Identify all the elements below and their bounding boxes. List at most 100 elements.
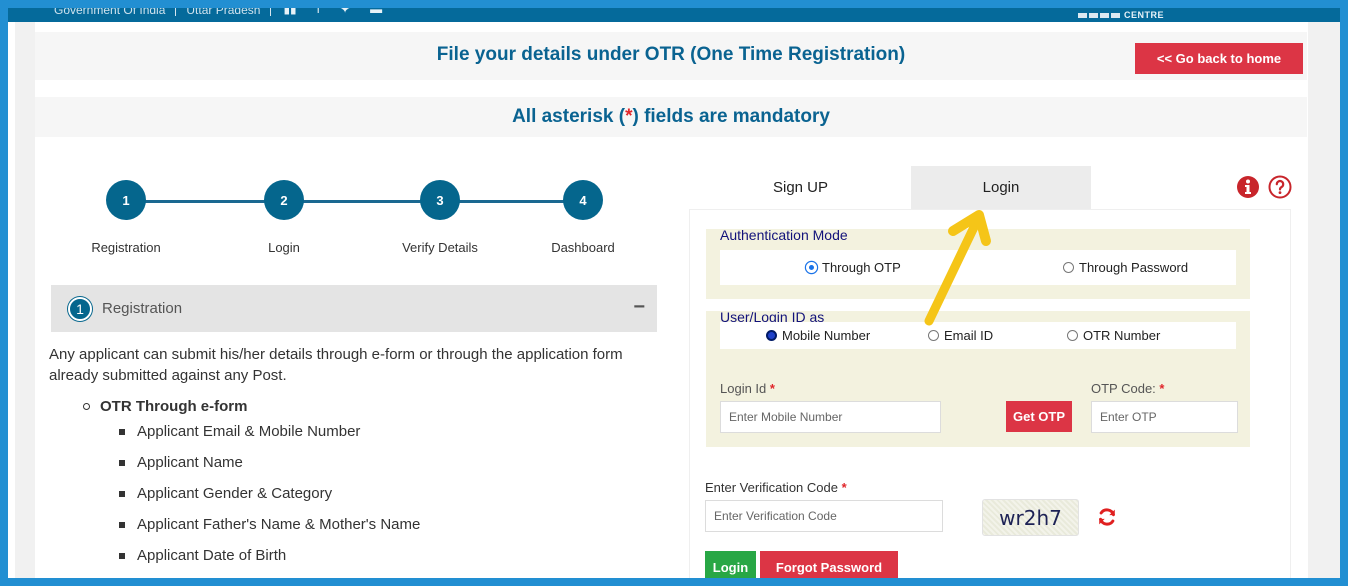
required-mark: * <box>1159 381 1165 396</box>
mandatory-notice: All asterisk (*) fields are mandatory <box>35 97 1307 137</box>
logo-text: CENTRE <box>1123 10 1164 20</box>
refresh-captcha-icon[interactable] <box>1096 506 1118 528</box>
youtube-icon[interactable]: ▮▮ <box>283 8 296 16</box>
radio-unselected-icon[interactable] <box>928 330 939 341</box>
eform-items: Applicant Email & Mobile Number Applican… <box>83 416 657 571</box>
list-item-text: Applicant Date of Birth <box>137 547 287 564</box>
verification-code-input[interactable]: Enter Verification Code <box>705 500 943 532</box>
info-icon[interactable] <box>1236 175 1260 199</box>
square-bullet-icon <box>119 459 125 466</box>
otr-eform-label: OTR Through e-form <box>100 397 248 415</box>
radio-label: Email ID <box>944 328 994 343</box>
page-frame: Government Of India Uttar Pradesh ▮▮ f ✦… <box>8 8 1340 578</box>
required-mark: * <box>769 381 775 396</box>
notice-suffix: ) fields are mandatory <box>632 106 830 127</box>
left-gutter <box>8 22 35 578</box>
list-item-text: Applicant Email & Mobile Number <box>137 423 361 440</box>
radio-email-id[interactable]: Email ID <box>928 328 993 343</box>
square-bullet-icon <box>119 428 125 435</box>
tab-sign-up[interactable]: Sign UP <box>690 166 911 209</box>
radio-label: Through Password <box>1079 260 1189 275</box>
radio-selected-icon[interactable] <box>806 262 817 273</box>
gov-link-india[interactable]: Government Of India <box>44 8 177 16</box>
facebook-icon[interactable]: f <box>317 8 320 16</box>
otp-input[interactable]: Enter OTP <box>1091 401 1238 433</box>
step-label: Registration <box>91 240 161 255</box>
step-label: Verify Details <box>402 240 478 255</box>
radio-label: Mobile Number <box>782 328 871 343</box>
radio-through-otp[interactable]: Through OTP <box>806 260 901 275</box>
radio-label: Through OTP <box>822 260 901 275</box>
step-registration: 1 Registration <box>56 180 196 255</box>
square-bullet-icon <box>119 521 125 528</box>
progress-stepper: 1 Registration 2 Login 3 Verify Details … <box>51 166 657 276</box>
radio-label: OTR Number <box>1083 328 1161 343</box>
accordion-title: Registration <box>102 300 183 317</box>
email-icon[interactable]: ▬ <box>370 8 382 16</box>
page-header: File your details under OTR (One Time Re… <box>35 32 1307 80</box>
government-bar: Government Of India Uttar Pradesh ▮▮ f ✦… <box>8 8 1340 22</box>
square-bullet-icon <box>119 552 125 559</box>
logo-bars-icon <box>1077 12 1120 18</box>
tab-login[interactable]: Login <box>911 166 1091 209</box>
list-item: Applicant Name <box>119 447 657 478</box>
accordion-number-badge: 1 <box>68 296 92 321</box>
login-id-type-options: Mobile Number Email ID OTR Number <box>720 322 1236 349</box>
step-label: Login <box>268 240 300 255</box>
login-id-fieldset: User/Login ID as Mobile Number Email ID … <box>706 309 1250 447</box>
login-column: Sign UP Login Authentication Mode Throug… <box>680 166 1320 578</box>
otp-code-label-text: OTP Code: <box>1091 381 1156 396</box>
radio-unselected-icon[interactable] <box>1063 262 1074 273</box>
forgot-password-button[interactable]: Forgot Password <box>760 551 898 578</box>
verification-label-text: Enter Verification Code <box>705 480 838 495</box>
verification-code-label: Enter Verification Code * <box>705 480 847 495</box>
radio-selected-icon[interactable] <box>766 330 777 341</box>
list-item-text: Applicant Gender & Category <box>137 485 333 502</box>
gov-link-state[interactable]: Uttar Pradesh <box>176 8 272 16</box>
square-bullet-icon <box>119 490 125 497</box>
page-title: File your details under OTR (One Time Re… <box>436 44 906 65</box>
login-button[interactable]: Login <box>705 551 756 578</box>
step-number: 4 <box>563 180 603 220</box>
radio-through-password[interactable]: Through Password <box>1063 260 1188 275</box>
list-item: Applicant Date of Birth <box>119 540 657 571</box>
get-otp-button[interactable]: Get OTP <box>1006 401 1072 432</box>
step-number: 3 <box>420 180 460 220</box>
step-label: Dashboard <box>551 240 615 255</box>
collapse-icon[interactable]: − <box>633 297 645 317</box>
registration-info-column: 1 Registration 2 Login 3 Verify Details … <box>49 166 657 578</box>
otp-code-label: OTP Code: * <box>1091 381 1164 396</box>
list-item-text: Applicant Name <box>137 454 243 471</box>
radio-unselected-icon[interactable] <box>1067 330 1078 341</box>
radio-mobile-number[interactable]: Mobile Number <box>766 328 870 343</box>
login-id-label: Login Id * <box>720 381 775 396</box>
login-id-label-text: Login Id <box>720 381 767 396</box>
social-icons: ▮▮ f ✦ ▬ <box>271 8 382 16</box>
accordion-body: Any applicant can submit his/her details… <box>49 344 657 571</box>
registration-accordion-header[interactable]: 1 Registration − <box>51 285 657 332</box>
login-panel: Authentication Mode Through OTP Through … <box>689 209 1291 578</box>
list-item: Applicant Gender & Category <box>119 478 657 509</box>
radio-otr-number[interactable]: OTR Number <box>1067 328 1160 343</box>
circle-bullet-icon <box>83 402 90 410</box>
twitter-icon[interactable]: ✦ <box>340 8 350 16</box>
step-number: 1 <box>106 180 146 220</box>
otr-methods-list: OTR Through e-form Applicant Email & Mob… <box>49 396 657 571</box>
go-back-home-button[interactable]: << Go back to home <box>1135 43 1303 74</box>
step-verify-details: 3 Verify Details <box>370 180 510 255</box>
step-login: 2 Login <box>214 180 354 255</box>
help-icon[interactable] <box>1268 175 1292 199</box>
otr-eform-title: OTR Through e-form <box>83 396 657 416</box>
list-item-text: Applicant Father's Name & Mother's Name <box>137 516 421 533</box>
accordion-description: Any applicant can submit his/her details… <box>49 346 623 384</box>
login-id-input[interactable]: Enter Mobile Number <box>720 401 941 433</box>
step-number: 2 <box>264 180 304 220</box>
step-dashboard: 4 Dashboard <box>513 180 653 255</box>
authentication-mode-fieldset: Authentication Mode Through OTP Through … <box>706 227 1250 299</box>
list-item: Applicant Email & Mobile Number <box>119 416 657 447</box>
captcha-image: wr2h7 <box>982 499 1079 536</box>
notice-prefix: All asterisk ( <box>512 106 626 127</box>
authentication-mode-legend: Authentication Mode <box>720 227 848 243</box>
required-mark: * <box>841 480 847 495</box>
nic-logo: CENTRE <box>1077 8 1164 22</box>
